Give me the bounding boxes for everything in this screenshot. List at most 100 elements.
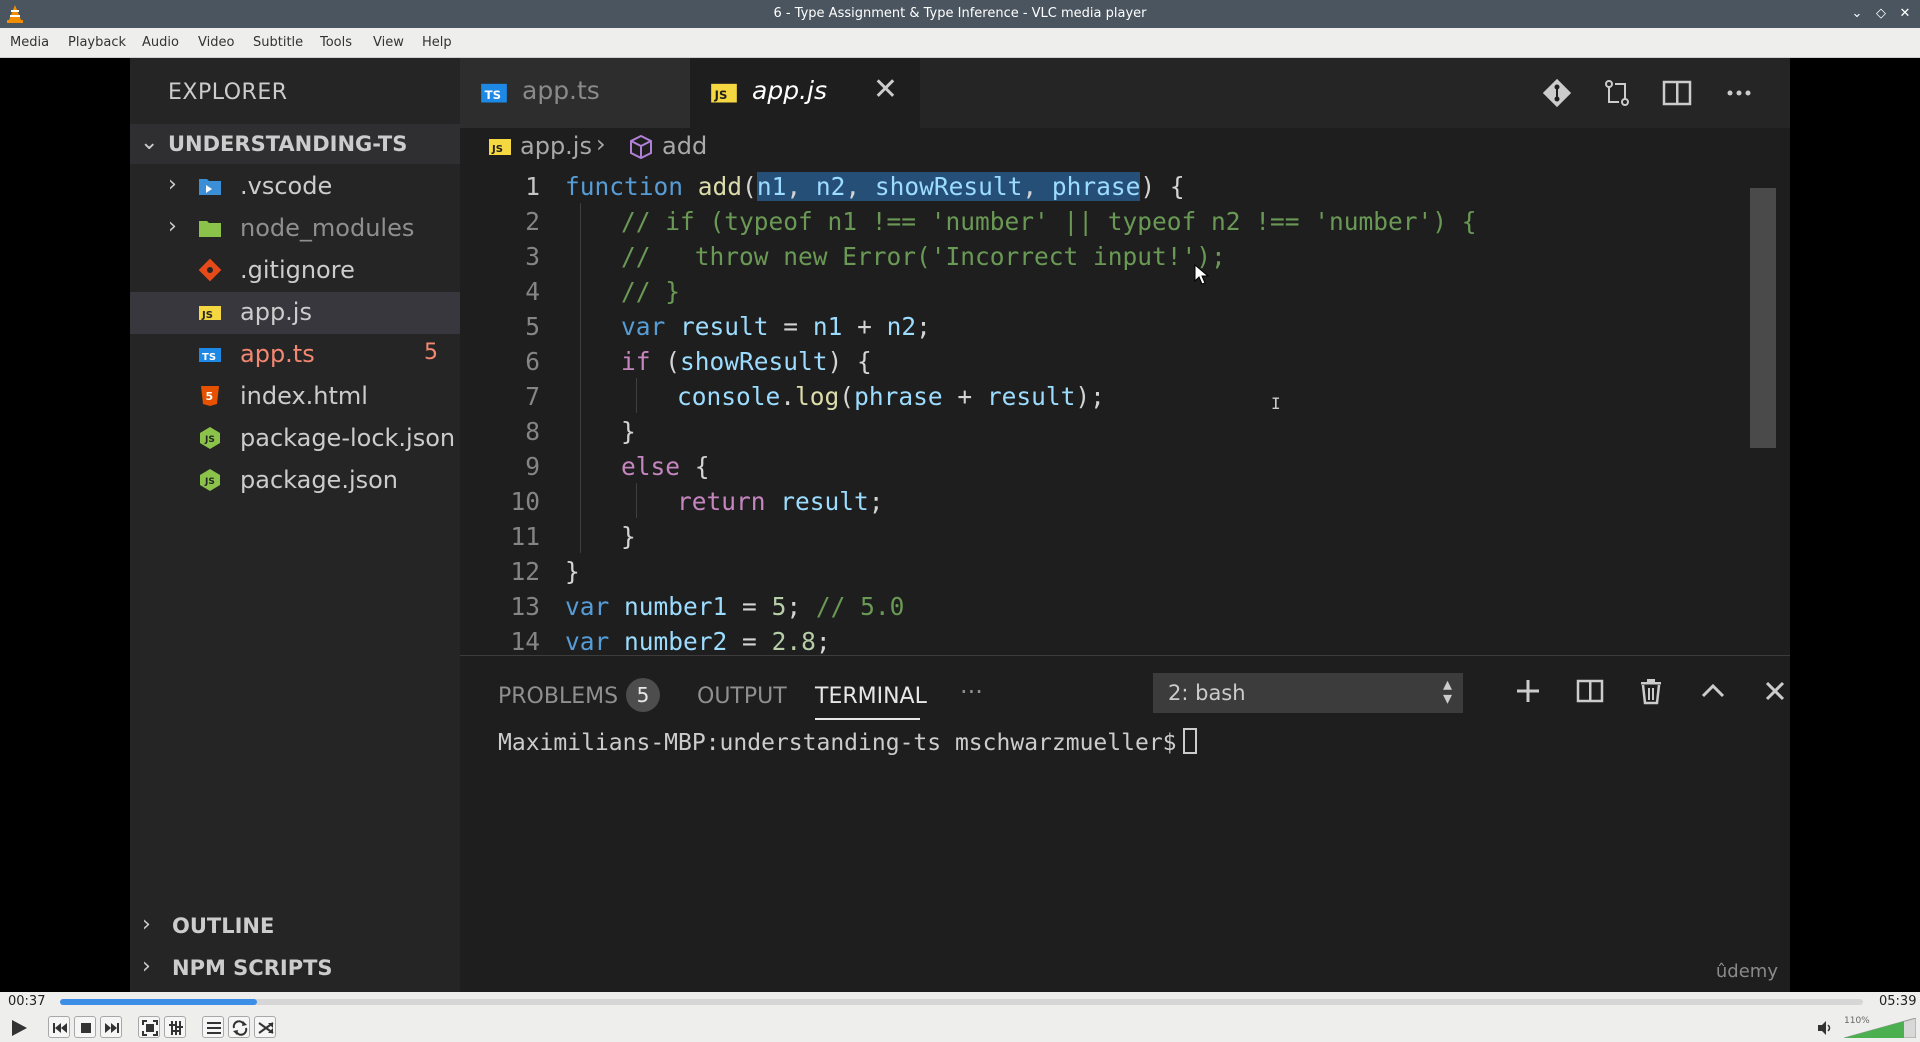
trash-icon[interactable] bbox=[1636, 676, 1666, 706]
tab-app-js[interactable]: JS app.js ✕ bbox=[690, 58, 920, 128]
close-panel-icon[interactable] bbox=[1760, 676, 1790, 706]
code-line: 11 } bbox=[460, 518, 1790, 553]
folder-header[interactable]: ⌄ UNDERSTANDING-TS bbox=[130, 124, 460, 164]
split-editor-icon[interactable] bbox=[1660, 76, 1694, 110]
plus-icon[interactable] bbox=[1513, 676, 1543, 706]
maximize-button[interactable]: ◇ bbox=[1872, 5, 1890, 23]
code-text: return result; bbox=[677, 487, 884, 516]
line-number: 12 bbox=[510, 557, 540, 586]
breadcrumb-symbol[interactable]: add bbox=[662, 132, 707, 160]
volume-slider[interactable] bbox=[1844, 1018, 1916, 1038]
tab-label: app.js bbox=[752, 76, 827, 105]
method-cube-icon bbox=[630, 134, 652, 160]
menu-bar: Media Playback Audio Video Subtitle Tool… bbox=[0, 28, 1920, 58]
tree-item-app-js[interactable]: JS app.js bbox=[130, 292, 460, 334]
code-text: console.log(phrase + result); bbox=[677, 382, 1105, 411]
tree-item-node-modules[interactable]: › node_modules bbox=[130, 208, 460, 250]
npm-scripts-section[interactable]: › NPM SCRIPTS bbox=[130, 948, 460, 988]
tree-item-gitignore[interactable]: .gitignore bbox=[130, 250, 460, 292]
tree-item-package-lock-json[interactable]: JS package-lock.json bbox=[130, 418, 460, 460]
tab-problems[interactable]: PROBLEMS bbox=[498, 684, 618, 709]
shuffle-button[interactable] bbox=[254, 1016, 276, 1038]
tree-item-label: node_modules bbox=[240, 214, 415, 242]
stop-button[interactable] bbox=[74, 1016, 96, 1038]
line-number: 8 bbox=[525, 417, 540, 446]
code-line: 2 // if (typeof n1 !== 'number' || typeo… bbox=[460, 203, 1790, 238]
loop-button[interactable] bbox=[228, 1016, 250, 1038]
tree-item-label: .vscode bbox=[240, 172, 333, 200]
close-tab-icon[interactable]: ✕ bbox=[873, 72, 898, 107]
extended-settings-button[interactable] bbox=[164, 1016, 186, 1038]
code-line: 1 function add(n1, n2, showResult, phras… bbox=[460, 168, 1790, 203]
terminal-prompt: Maximilians-MBP:understanding-ts mschwar… bbox=[498, 730, 1177, 756]
svg-text:JS: JS bbox=[204, 435, 215, 445]
js-file-icon: JS bbox=[199, 306, 221, 321]
line-number: 10 bbox=[510, 487, 540, 516]
section-label: OUTLINE bbox=[172, 914, 275, 938]
play-button[interactable] bbox=[6, 1016, 32, 1038]
terminal-cursor bbox=[1182, 728, 1197, 754]
menu-view[interactable]: View bbox=[373, 35, 404, 50]
previous-button[interactable] bbox=[48, 1016, 70, 1038]
tree-item-index-html[interactable]: 5 index.html bbox=[130, 376, 460, 418]
fullscreen-icon bbox=[142, 1020, 158, 1036]
fullscreen-button[interactable] bbox=[138, 1016, 160, 1038]
menu-subtitle[interactable]: Subtitle bbox=[253, 35, 303, 50]
menu-tools[interactable]: Tools bbox=[320, 35, 352, 50]
tree-item-label: app.ts bbox=[240, 340, 315, 368]
playlist-button[interactable] bbox=[202, 1016, 224, 1038]
tree-item-app-ts[interactable]: TS app.ts 5 bbox=[130, 334, 460, 376]
git-compare-icon[interactable] bbox=[1540, 76, 1574, 110]
menu-help[interactable]: Help bbox=[422, 35, 452, 50]
line-number: 5 bbox=[525, 312, 540, 341]
chevron-down-icon: ⌄ bbox=[140, 130, 159, 155]
chevron-up-icon[interactable] bbox=[1698, 676, 1728, 706]
more-actions-icon[interactable] bbox=[1722, 76, 1756, 110]
svg-text:5: 5 bbox=[206, 390, 214, 403]
menu-playback[interactable]: Playback bbox=[68, 35, 126, 50]
editor-scrollbar[interactable] bbox=[1750, 188, 1776, 448]
next-button[interactable] bbox=[100, 1016, 122, 1038]
tab-terminal[interactable]: TERMINAL bbox=[815, 684, 927, 709]
svg-text:JS: JS bbox=[491, 144, 503, 155]
tab-output[interactable]: OUTPUT bbox=[697, 684, 787, 709]
menu-video[interactable]: Video bbox=[198, 35, 234, 50]
svg-text:TS: TS bbox=[485, 88, 501, 102]
skip-back-icon bbox=[53, 1023, 67, 1033]
node-json-icon: JS bbox=[200, 469, 220, 491]
seek-bar[interactable] bbox=[60, 999, 1863, 1005]
player-controls: 00:37 05:39 110% bbox=[0, 992, 1920, 1042]
terminal-select[interactable]: 2: bash ▴ ▾ bbox=[1153, 673, 1463, 713]
breadcrumb-file[interactable]: app.js bbox=[520, 132, 592, 160]
close-window-button[interactable]: ✕ bbox=[1896, 5, 1914, 23]
terminal-output[interactable]: Maximilians-MBP:understanding-ts mschwar… bbox=[498, 728, 1197, 756]
code-text: } bbox=[621, 522, 636, 551]
vscode-window: EXPLORER ⌄ UNDERSTANDING-TS › .vscode › … bbox=[130, 58, 1790, 992]
playlist-icon bbox=[207, 1022, 221, 1034]
menu-audio[interactable]: Audio bbox=[142, 35, 179, 50]
line-number: 1 bbox=[525, 172, 540, 201]
js-file-icon: JS bbox=[711, 83, 737, 103]
split-terminal-icon[interactable] bbox=[1575, 676, 1605, 706]
shuffle-icon bbox=[258, 1022, 274, 1034]
chevron-right-icon: › bbox=[168, 172, 177, 197]
js-file-icon: JS bbox=[489, 139, 511, 155]
open-changes-icon[interactable] bbox=[1600, 76, 1634, 110]
more-panels-button[interactable]: ··· bbox=[960, 678, 983, 706]
title-bar: 6 - Type Assignment & Type Inference - V… bbox=[0, 0, 1920, 28]
svg-text:TS: TS bbox=[202, 352, 216, 363]
tab-app-ts[interactable]: TS app.ts bbox=[460, 58, 690, 128]
minimize-button[interactable]: ⌄ bbox=[1848, 5, 1866, 23]
code-text: // if (typeof n1 !== 'number' || typeof … bbox=[621, 207, 1477, 236]
code-line: 6 if (showResult) { bbox=[460, 343, 1790, 378]
udemy-watermark: ûdemy bbox=[1715, 961, 1778, 982]
video-area[interactable]: EXPLORER ⌄ UNDERSTANDING-TS › .vscode › … bbox=[0, 58, 1920, 992]
outline-section[interactable]: › OUTLINE bbox=[130, 906, 460, 946]
tree-item-label: package.json bbox=[240, 466, 399, 494]
tree-item-package-json[interactable]: JS package.json bbox=[130, 460, 460, 502]
node-folder-icon bbox=[199, 221, 221, 237]
tree-item-vscode[interactable]: › .vscode bbox=[130, 166, 460, 208]
loop-icon bbox=[232, 1020, 248, 1036]
menu-media[interactable]: Media bbox=[10, 35, 49, 50]
speaker-icon[interactable] bbox=[1816, 1019, 1834, 1037]
